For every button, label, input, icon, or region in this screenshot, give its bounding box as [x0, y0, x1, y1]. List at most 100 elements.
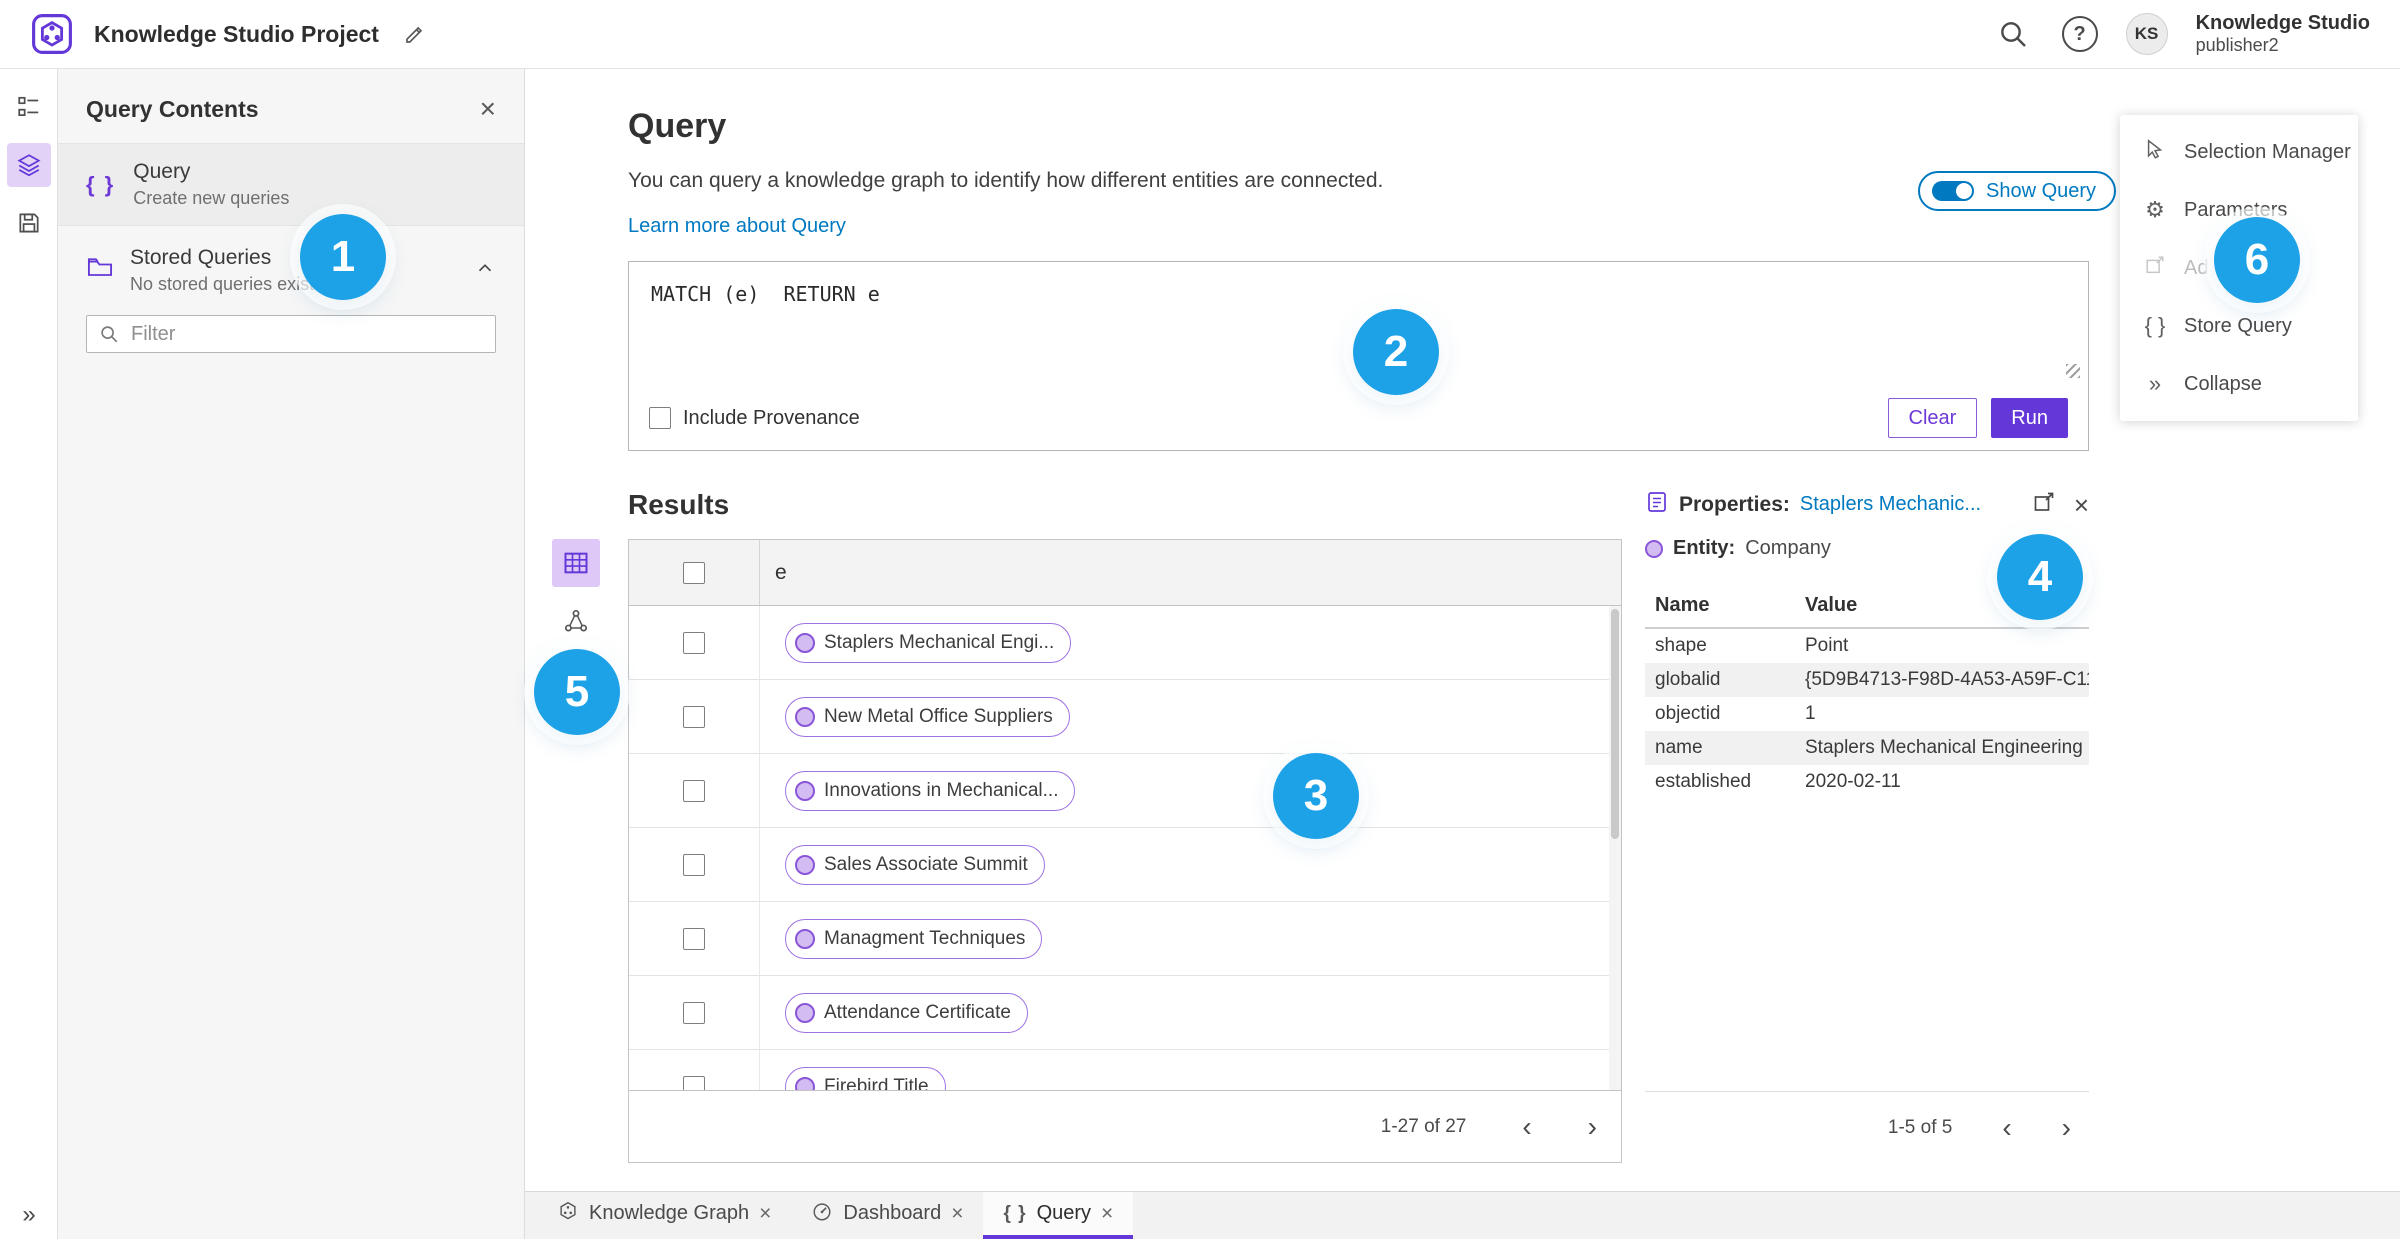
entity-chip-label: Innovations in Mechanical... — [824, 779, 1059, 801]
filter-input[interactable] — [86, 315, 496, 353]
braces-icon: { } — [2144, 313, 2166, 338]
results-table-header: e — [629, 540, 1621, 606]
edit-title-icon[interactable] — [403, 22, 427, 46]
chevron-up-icon[interactable] — [474, 257, 496, 284]
select-all-checkbox[interactable] — [683, 561, 705, 584]
collapse-icon: » — [2148, 371, 2162, 396]
entity-chip[interactable]: Sales Associate Summit — [785, 844, 1045, 885]
tab-query[interactable]: { } Query × — [983, 1192, 1134, 1239]
chevron-right-icon[interactable]: › — [1588, 1112, 1597, 1141]
include-provenance-label: Include Provenance — [683, 406, 860, 429]
callout-badge-4: 4 — [1997, 534, 2083, 620]
query-item-sublabel: Create new queries — [133, 188, 290, 208]
callout-badge-1: 1 — [300, 214, 386, 300]
expand-rail-icon[interactable]: » — [0, 1201, 58, 1229]
help-icon[interactable]: ? — [2061, 16, 2098, 52]
avatar[interactable]: KS — [2125, 13, 2168, 55]
menu-collapse[interactable]: » Collapse — [2120, 355, 2358, 413]
layers-icon[interactable] — [6, 143, 51, 187]
entity-chip[interactable]: Innovations in Mechanical... — [785, 770, 1076, 811]
entity-chip-label: Sales Associate Summit — [824, 853, 1028, 875]
entity-circle-icon — [795, 632, 815, 653]
property-name: established — [1655, 771, 1752, 792]
properties-entity-link[interactable]: Staplers Mechanic... — [1800, 493, 1981, 516]
contents-tree-icon[interactable] — [7, 85, 51, 129]
results-scrollbar[interactable] — [1609, 606, 1621, 1090]
close-properties-icon[interactable]: × — [2074, 492, 2089, 518]
add-to-new-icon — [2142, 254, 2168, 282]
app-logo-icon — [30, 12, 74, 56]
chevron-left-icon[interactable]: ‹ — [1522, 1112, 1531, 1141]
menu-item-label: Store Query — [2184, 314, 2292, 337]
page-title: Knowledge Studio Project — [94, 20, 379, 47]
close-icon[interactable]: × — [759, 1203, 771, 1224]
main-content: Query You can query a knowledge graph to… — [525, 69, 2400, 1191]
table-row: Attendance Certificate — [629, 976, 1621, 1050]
user-role: publisher2 — [2195, 35, 2279, 56]
run-button[interactable]: Run — [1991, 398, 2068, 438]
table-row: Staplers Mechanical Engi... — [629, 606, 1621, 680]
table-view-icon[interactable] — [552, 539, 600, 587]
properties-pagination-label: 1-5 of 5 — [1887, 1116, 1953, 1138]
gear-icon: ⚙ — [2145, 197, 2165, 222]
include-provenance-checkbox[interactable] — [649, 407, 671, 429]
close-icon[interactable]: × — [951, 1203, 963, 1224]
menu-store-query[interactable]: { } Store Query — [2120, 297, 2358, 355]
properties-title: Properties: — [1679, 492, 1790, 516]
graph-view-icon[interactable] — [552, 597, 600, 645]
chevron-right-icon[interactable]: › — [2062, 1113, 2071, 1142]
callout-badge-5: 5 — [534, 649, 620, 735]
row-checkbox[interactable] — [683, 705, 705, 728]
property-value: Staplers Mechanical Engineering — [1805, 737, 2083, 758]
query-item-label: Query — [133, 160, 191, 183]
results-view-toolbar — [552, 539, 600, 645]
results-title: Results — [628, 489, 730, 520]
entity-chip[interactable]: Attendance Certificate — [785, 992, 1028, 1033]
entity-chip-label: New Metal Office Suppliers — [824, 705, 1053, 727]
properties-pagination: 1-5 of 5 ‹ › — [1645, 1091, 2089, 1163]
tab-knowledge-graph[interactable]: Knowledge Graph × — [537, 1192, 791, 1239]
row-checkbox[interactable] — [683, 1075, 705, 1090]
row-checkbox[interactable] — [683, 631, 705, 654]
toggle-switch[interactable] — [1932, 181, 1974, 201]
tab-dashboard[interactable]: Dashboard × — [791, 1192, 983, 1239]
resize-handle[interactable] — [2066, 364, 2080, 378]
entity-circle-icon — [795, 780, 815, 801]
row-checkbox[interactable] — [683, 779, 705, 802]
filter-search-icon — [98, 323, 120, 350]
search-icon[interactable] — [1992, 13, 2034, 55]
entity-chip[interactable]: Firebird Title — [785, 1066, 946, 1090]
top-bar: Knowledge Studio Project ? KS Knowledge … — [0, 0, 2400, 69]
save-icon[interactable] — [7, 201, 51, 245]
property-row: globalid {5D9B4713-F98D-4A53-A59F-C11... — [1645, 663, 2089, 697]
show-query-toggle[interactable]: Show Query — [1918, 171, 2117, 211]
property-name: objectid — [1655, 703, 1721, 724]
table-row: Sales Associate Summit — [629, 828, 1621, 902]
close-panel-icon[interactable]: × — [480, 95, 496, 123]
close-icon[interactable]: × — [1101, 1203, 1113, 1224]
learn-more-link[interactable]: Learn more about Query — [628, 215, 846, 238]
row-checkbox[interactable] — [683, 927, 705, 950]
scrollbar-thumb[interactable] — [1611, 609, 1619, 839]
icon-rail: » — [0, 69, 58, 1239]
query-page-title: Query — [628, 107, 727, 145]
entity-chip[interactable]: Staplers Mechanical Engi... — [785, 622, 1072, 663]
results-pagination: 1-27 of 27 ‹ › — [629, 1090, 1621, 1162]
clear-button[interactable]: Clear — [1887, 398, 1978, 438]
property-row: name Staplers Mechanical Engineering — [1645, 731, 2089, 765]
sidebar-item-query[interactable]: { } Query Create new queries — [58, 143, 524, 226]
callout-badge-6: 6 — [2214, 217, 2300, 303]
row-checkbox[interactable] — [683, 1001, 705, 1024]
add-to-new-icon[interactable] — [2032, 490, 2056, 519]
property-row: objectid 1 — [1645, 697, 2089, 731]
table-row: Innovations in Mechanical... — [629, 754, 1621, 828]
menu-item-label: Ad — [2184, 256, 2209, 279]
property-name: shape — [1655, 635, 1707, 656]
chevron-left-icon[interactable]: ‹ — [2002, 1113, 2011, 1142]
entity-chip[interactable]: New Metal Office Suppliers — [785, 696, 1070, 737]
menu-selection-manager[interactable]: Selection Manager — [2120, 123, 2358, 181]
entity-chip[interactable]: Managment Techniques — [785, 918, 1043, 959]
stored-queries-section[interactable]: Stored Queries No stored queries exist — [58, 226, 524, 309]
query-editor-input[interactable]: MATCH (e) RETURN e — [629, 262, 2088, 326]
row-checkbox[interactable] — [683, 853, 705, 876]
